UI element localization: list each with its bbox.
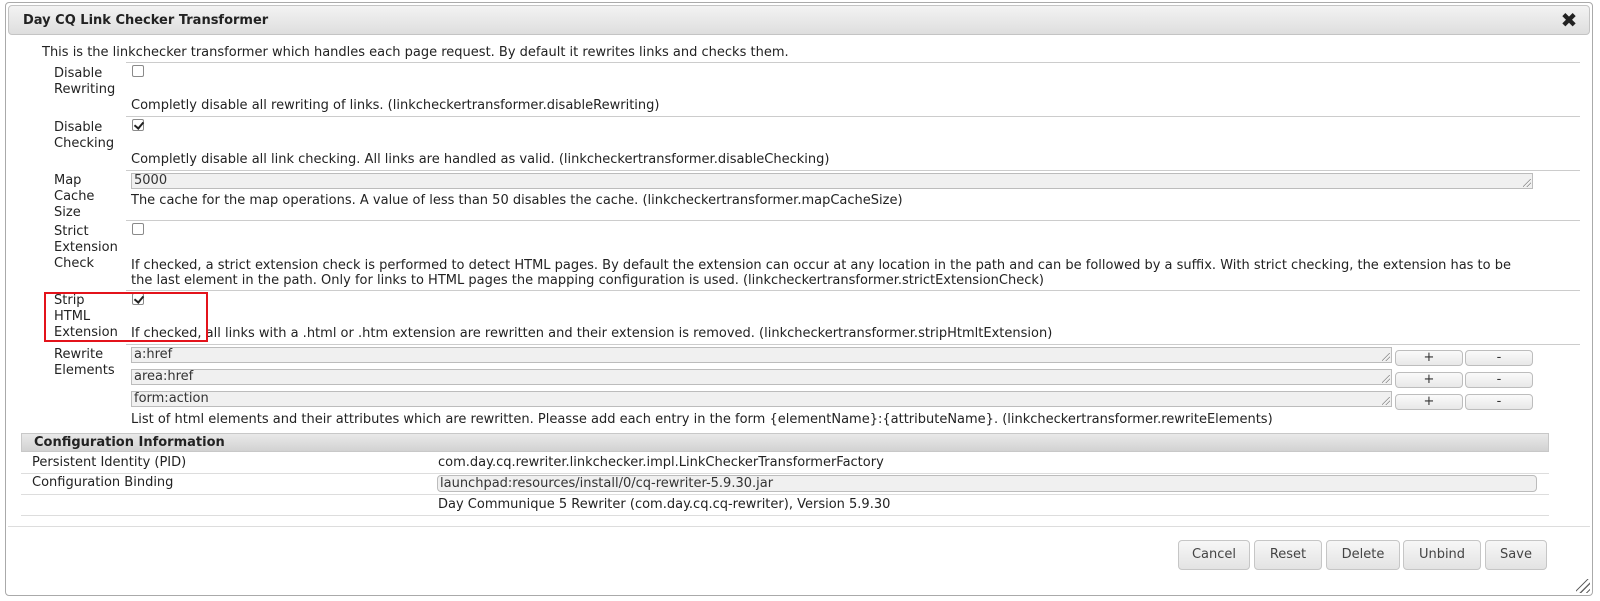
divider — [21, 494, 1549, 495]
divider — [126, 290, 1580, 291]
highlight-box — [44, 292, 208, 342]
rewrite-element-value: area:href — [134, 369, 194, 384]
save-button[interactable]: Save — [1485, 540, 1547, 570]
rewrite-element-input[interactable]: form:action — [131, 391, 1392, 407]
rewrite-element-value: form:action — [134, 391, 209, 406]
dialog-intro-text: This is the linkchecker transformer whic… — [42, 45, 789, 60]
rewrite-elements-label: Rewrite Elements — [54, 347, 115, 378]
binding-label: Configuration Binding — [32, 475, 174, 490]
divider — [126, 170, 1580, 171]
divider — [126, 116, 1580, 117]
add-entry-button[interactable]: + — [1395, 394, 1463, 410]
reset-button[interactable]: Reset — [1254, 540, 1322, 570]
dialog-titlebar[interactable]: Day CQ Link Checker Transformer ✖ — [8, 5, 1590, 35]
rewrite-element-input[interactable]: area:href — [131, 369, 1392, 385]
binding-value-field: launchpad:resources/install/0/cq-rewrite… — [437, 475, 1537, 492]
strict-extension-check-checkbox[interactable] — [132, 223, 144, 235]
strip-html-extension-description: If checked, all links with a .html or .h… — [131, 326, 1053, 341]
pid-label: Persistent Identity (PID) — [32, 455, 187, 470]
remove-entry-button[interactable]: - — [1465, 350, 1533, 366]
strict-extension-check-description-line2: the last element in the path. Only for l… — [131, 273, 1044, 288]
map-cache-size-label: Map Cache Size — [54, 173, 95, 220]
config-dialog: Day CQ Link Checker Transformer ✖ This i… — [5, 2, 1593, 596]
remove-entry-button[interactable]: - — [1465, 394, 1533, 410]
close-icon[interactable]: ✖ — [1559, 9, 1579, 31]
divider — [126, 220, 1580, 221]
rewrite-elements-description: List of html elements and their attribut… — [131, 412, 1273, 427]
disable-rewriting-label: Disable Rewriting — [54, 66, 116, 97]
divider — [126, 344, 1580, 345]
dialog-resize-grip-icon[interactable] — [1576, 579, 1590, 593]
delete-button[interactable]: Delete — [1326, 540, 1400, 570]
resize-grip-icon[interactable] — [1382, 397, 1390, 405]
disable-checking-checkbox[interactable] — [132, 119, 144, 131]
rewrite-element-input[interactable]: a:href — [131, 347, 1392, 363]
divider — [21, 515, 1549, 516]
binding-value: launchpad:resources/install/0/cq-rewrite… — [440, 476, 774, 491]
resize-grip-icon[interactable] — [1523, 179, 1531, 187]
strict-extension-check-label: Strict Extension Check — [54, 224, 118, 271]
add-entry-button[interactable]: + — [1395, 350, 1463, 366]
divider — [21, 473, 1549, 474]
disable-rewriting-checkbox[interactable] — [132, 65, 144, 77]
resize-grip-icon[interactable] — [1382, 375, 1390, 383]
cancel-button[interactable]: Cancel — [1178, 540, 1250, 570]
map-cache-size-value: 5000 — [134, 173, 168, 188]
footer-divider — [8, 526, 1590, 527]
unbind-button[interactable]: Unbind — [1403, 540, 1481, 570]
dialog-title: Day CQ Link Checker Transformer — [23, 13, 269, 28]
disable-checking-label: Disable Checking — [54, 120, 115, 151]
disable-rewriting-description: Completly disable all rewriting of links… — [131, 98, 660, 113]
rewrite-element-value: a:href — [134, 347, 173, 362]
pid-value: com.day.cq.rewriter.linkchecker.impl.Lin… — [438, 455, 884, 470]
config-info-title: Configuration Information — [34, 435, 225, 450]
divider — [126, 62, 1580, 63]
remove-entry-button[interactable]: - — [1465, 372, 1533, 388]
resize-grip-icon[interactable] — [1382, 353, 1390, 361]
config-info-header: Configuration Information — [21, 433, 1549, 452]
map-cache-size-input[interactable]: 5000 — [131, 173, 1533, 189]
strict-extension-check-description-line1: If checked, a strict extension check is … — [131, 258, 1511, 273]
disable-checking-description: Completly disable all link checking. All… — [131, 152, 830, 167]
bundle-value: Day Communique 5 Rewriter (com.day.cq.cq… — [438, 497, 891, 512]
add-entry-button[interactable]: + — [1395, 372, 1463, 388]
map-cache-size-description: The cache for the map operations. A valu… — [131, 193, 903, 208]
